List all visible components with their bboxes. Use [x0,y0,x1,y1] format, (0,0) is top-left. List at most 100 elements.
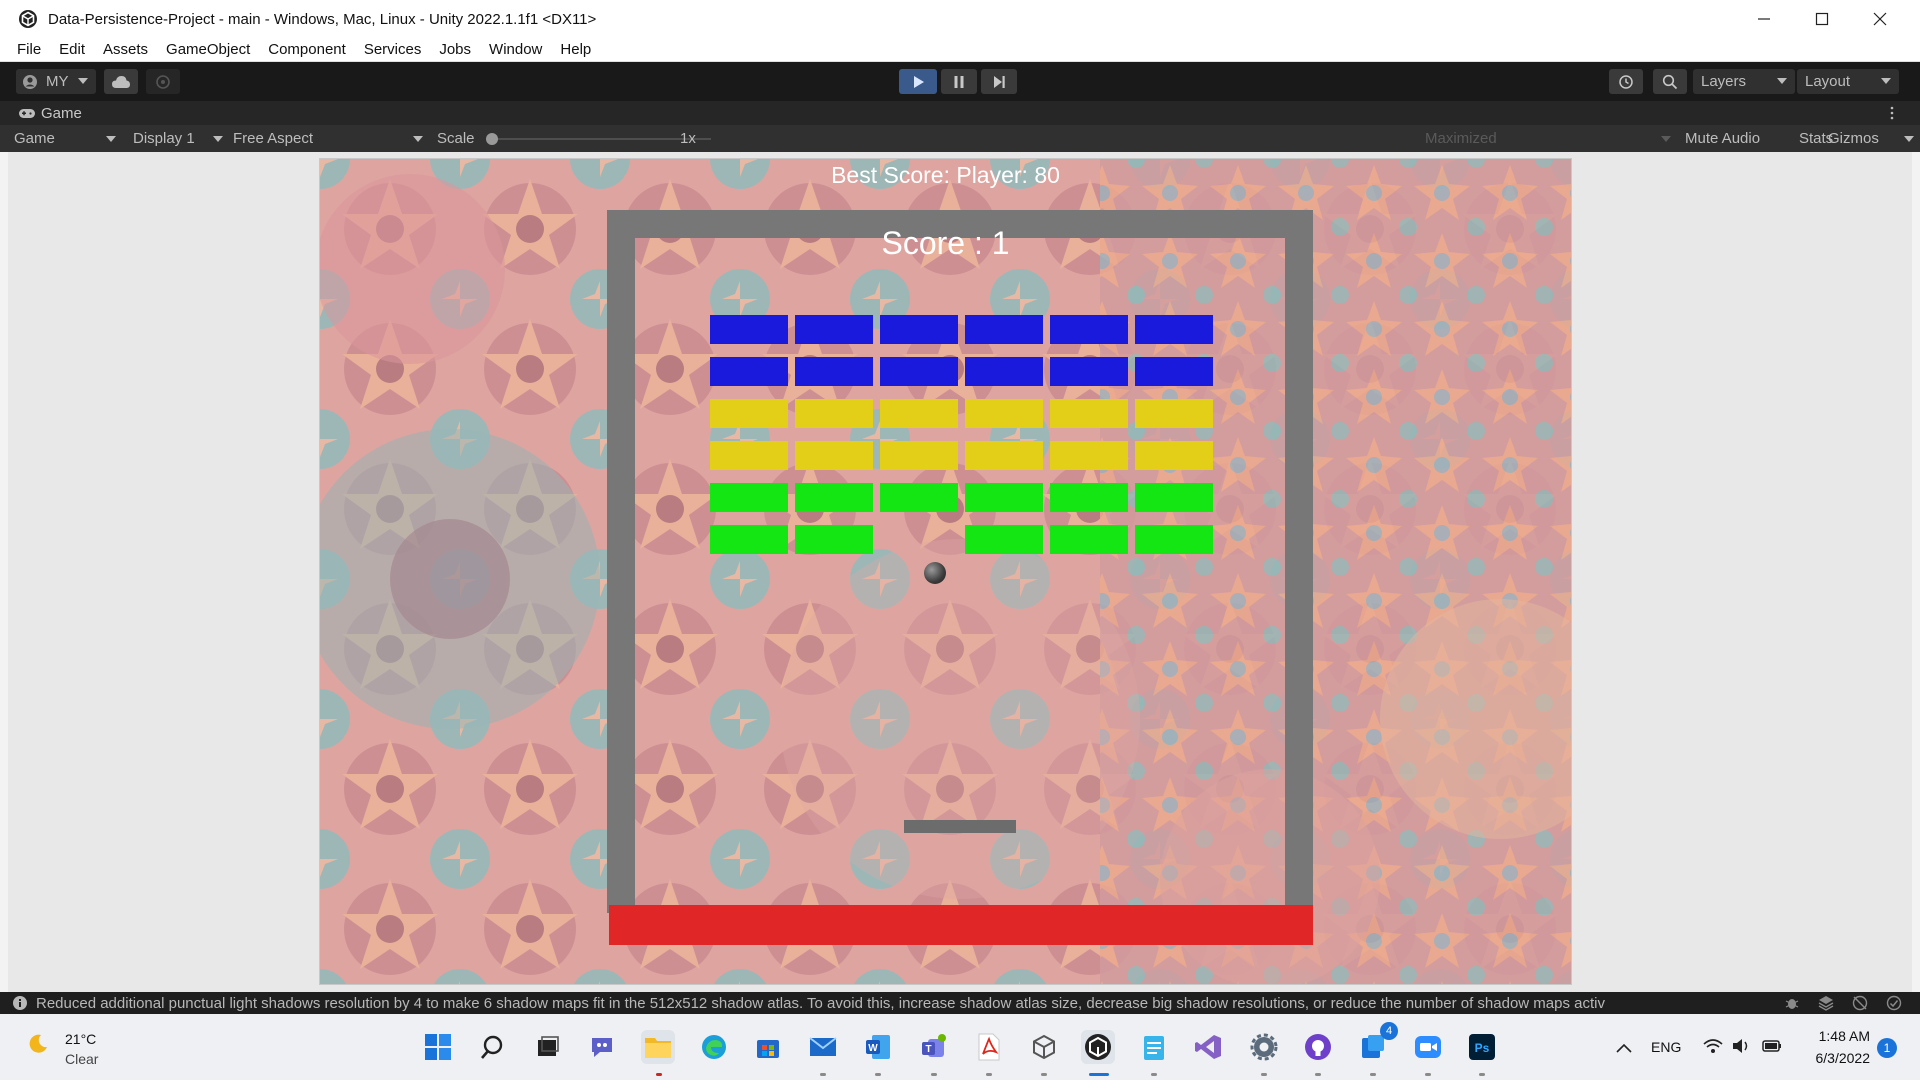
pause-button[interactable] [941,69,977,94]
step-button[interactable] [981,69,1017,94]
maximized-dropdown[interactable]: Maximized [1425,125,1675,152]
brick [710,315,788,344]
github-desktop-button[interactable] [1301,1030,1335,1064]
search-icon [1662,74,1678,89]
layout-dropdown[interactable]: Layout [1797,69,1899,94]
brick [1050,357,1128,386]
scale-thumb[interactable] [486,133,498,145]
teams-button[interactable]: T [917,1030,951,1064]
visual-studio-button[interactable] [1191,1030,1225,1064]
debug-icon[interactable] [1784,995,1800,1011]
brick [880,441,958,470]
start-button[interactable] [421,1030,455,1064]
brick [795,315,873,344]
account-icon [23,74,37,89]
game-canvas[interactable]: Best Score: Player: 80 Score : 1 [319,158,1572,985]
battery-icon[interactable] [1762,1039,1782,1053]
aspect-label: Free Aspect [233,130,314,147]
word-button[interactable]: W [861,1030,895,1064]
maximize-button[interactable] [1793,0,1851,38]
chat-button[interactable] [585,1030,619,1064]
collab-button[interactable] [146,69,180,94]
kaleidoscope-background [320,159,1571,984]
mute-audio-toggle[interactable]: Mute Audio [1685,125,1760,152]
display-dropdown[interactable]: Display 1 [133,125,225,152]
clock-time[interactable]: 1:48 AM [1805,1028,1870,1044]
brick [965,315,1043,344]
minimize-button[interactable] [1735,0,1793,38]
brick [965,483,1043,512]
unity-editor-button[interactable] [1081,1030,1115,1064]
acrobat-button[interactable] [972,1030,1006,1064]
menu-window[interactable]: Window [480,41,551,58]
folder-icon [645,1038,671,1058]
unity-hub-icon [1033,1034,1055,1060]
scale-slider[interactable]: Scale [437,125,711,152]
game-view-controls: Game Display 1 Free Aspect Scale 1x Maxi… [0,125,1920,152]
photoshop-icon: Ps [1469,1034,1495,1060]
edge-button[interactable] [697,1030,731,1064]
layers-stack-icon[interactable] [1818,995,1834,1011]
game-tab-title[interactable]: Game [41,105,82,122]
brick [1050,441,1128,470]
mail-button[interactable] [806,1030,840,1064]
close-button[interactable] [1851,0,1909,38]
chevron-up-icon[interactable] [1616,1043,1632,1053]
clock-date[interactable]: 6/3/2022 [1803,1050,1871,1066]
account-label: MY [46,73,69,90]
search-button[interactable] [1653,69,1687,94]
brick [795,357,873,386]
undo-history-button[interactable] [1609,69,1643,94]
notepad-icon [1144,1036,1164,1060]
store-button[interactable] [751,1030,785,1064]
volume-icon[interactable] [1732,1038,1752,1054]
notification-badge[interactable]: 1 [1877,1038,1897,1058]
notepad-button[interactable] [1137,1030,1171,1064]
menu-services[interactable]: Services [355,41,431,58]
search-taskbar-button[interactable] [476,1030,510,1064]
menu-assets[interactable]: Assets [94,41,157,58]
minimize-icon [1758,18,1770,20]
wifi-icon[interactable] [1703,1038,1723,1054]
check-circle-icon[interactable] [1886,995,1902,1011]
game-mode-dropdown[interactable]: Game [14,125,120,152]
language-indicator[interactable]: ENG [1651,1039,1681,1055]
brick [1050,525,1128,554]
menu-gameobject[interactable]: GameObject [157,41,259,58]
file-explorer-button[interactable] [641,1030,675,1064]
search-icon [481,1035,503,1059]
menu-edit[interactable]: Edit [50,41,94,58]
account-dropdown[interactable]: MY [16,69,96,94]
console-status-bar[interactable]: Reduced additional punctual light shadow… [0,992,1920,1014]
network-off-icon[interactable] [1852,995,1868,1011]
menu-file[interactable]: File [8,41,50,58]
play-button[interactable] [899,69,937,94]
more-options-icon[interactable] [1890,106,1894,120]
brick [1135,525,1213,554]
mail-icon [809,1037,837,1056]
cloud-icon [112,75,130,88]
store-icon [757,1040,779,1058]
cloud-button[interactable] [104,69,138,94]
menu-help[interactable]: Help [551,41,600,58]
aspect-dropdown[interactable]: Free Aspect [233,125,425,152]
gizmos-dropdown[interactable]: Gizmos [1828,125,1916,152]
pinned-app-button[interactable]: 4 [1356,1022,1398,1064]
settings-button[interactable] [1247,1030,1281,1064]
title-bar: Data-Persistence-Project - main - Window… [0,0,1920,38]
task-view-button[interactable] [531,1030,565,1064]
brick [880,315,958,344]
layers-dropdown[interactable]: Layers [1693,69,1795,94]
menu-component[interactable]: Component [259,41,355,58]
brick [795,399,873,428]
unity-hub-button[interactable] [1027,1030,1061,1064]
death-zone [609,905,1313,945]
windows-logo-icon [425,1034,451,1060]
right-wall [1285,210,1313,940]
brick [795,441,873,470]
photoshop-button[interactable]: Ps [1465,1030,1499,1064]
brick [1135,399,1213,428]
zoom-button[interactable] [1411,1030,1445,1064]
menu-jobs[interactable]: Jobs [430,41,480,58]
weather-widget[interactable] [26,1032,50,1061]
